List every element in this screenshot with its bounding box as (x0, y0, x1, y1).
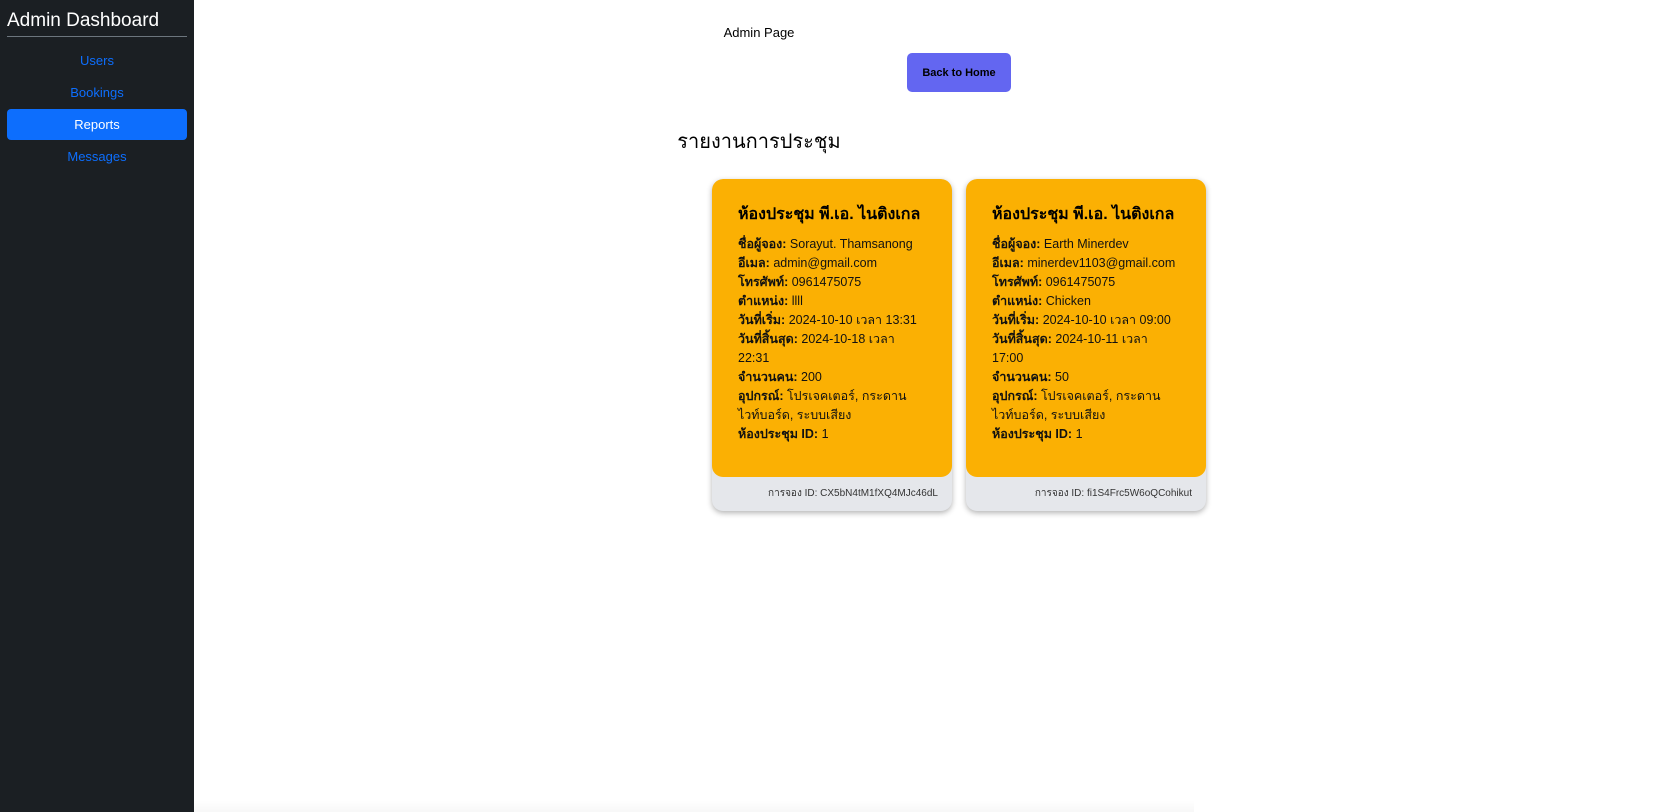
booker-label: ชื่อผู้จอง: (992, 237, 1041, 251)
phone-label: โทรศัพท์: (992, 275, 1043, 289)
equipment-field: อุปกรณ์: โปรเจคเตอร์, กระดานไวท์บอร์ด, ร… (992, 387, 1182, 425)
phone-field: โทรศัพท์: 0961475075 (992, 273, 1182, 292)
booking-card: ห้องประชุม พี.เอ. ไนติงเกล ชื่อผู้จอง: S… (712, 179, 952, 511)
start-field: วันที่เริ่ม: 2024-10-10 เวลา 09:00 (992, 311, 1182, 330)
equipment-field: อุปกรณ์: โปรเจคเตอร์, กระดานไวท์บอร์ด, ร… (738, 387, 928, 425)
people-label: จำนวนคน: (738, 370, 798, 384)
page-title: Admin Page (723, 25, 795, 40)
booking-id-footer: การจอง ID: CX5bN4tM1fXQ4MJc46dL (768, 488, 938, 499)
phone-field: โทรศัพท์: 0961475075 (738, 273, 928, 292)
email-field: อีเมล: admin@gmail.com (738, 254, 928, 273)
position-value: Chicken (1045, 294, 1091, 308)
phone-value: 0961475075 (791, 275, 862, 289)
sidebar-item-bookings[interactable]: Bookings (7, 77, 187, 108)
end-field: วันที่สิ้นสุด: 2024-10-18 เวลา 22:31 (738, 330, 928, 368)
booking-card: ห้องประชุม พี.เอ. ไนติงเกล ชื่อผู้จอง: E… (966, 179, 1206, 511)
room-id-field: ห้องประชุม ID: 1 (992, 425, 1182, 444)
position-value: llll (791, 294, 803, 308)
people-value: 200 (801, 370, 822, 384)
position-field: ตำแหน่ง: llll (738, 292, 928, 311)
position-field: ตำแหน่ง: Chicken (992, 292, 1182, 311)
bottom-shade (194, 800, 1194, 812)
booking-id-footer: การจอง ID: fi1S4Frc5W6oQCohikut (1034, 488, 1192, 499)
booker-value: Earth Minerdev (1043, 237, 1129, 251)
sidebar-nav: Users Bookings Reports Messages (7, 45, 187, 172)
card-body: ห้องประชุม พี.เอ. ไนติงเกล ชื่อผู้จอง: S… (712, 179, 952, 477)
main-content: Admin Page Back to Home รายงานการประชุม … (194, 0, 1677, 812)
room-id-value: 1 (1075, 427, 1083, 441)
equipment-label: อุปกรณ์: (738, 389, 784, 403)
booker-field: ชื่อผู้จอง: Earth Minerdev (992, 235, 1182, 254)
card-body: ห้องประชุม พี.เอ. ไนติงเกล ชื่อผู้จอง: E… (966, 179, 1206, 477)
room-id-label: ห้องประชุม ID: (992, 427, 1073, 441)
section-title: รายงานการประชุม (677, 131, 841, 153)
position-label: ตำแหน่ง: (738, 294, 789, 308)
booker-value: Sorayut. Thamsanong (789, 237, 913, 251)
room-id-label: ห้องประชุม ID: (738, 427, 819, 441)
equipment-label: อุปกรณ์: (992, 389, 1038, 403)
booker-field: ชื่อผู้จอง: Sorayut. Thamsanong (738, 235, 928, 254)
people-field: จำนวนคน: 200 (738, 368, 928, 387)
sidebar-item-messages[interactable]: Messages (7, 141, 187, 172)
brand-title: Admin Dashboard (7, 9, 187, 37)
sidebar-item-users[interactable]: Users (7, 45, 187, 76)
room-id-value: 1 (821, 427, 829, 441)
people-value: 50 (1055, 370, 1069, 384)
start-label: วันที่เริ่ม: (738, 313, 786, 327)
start-value: 2024-10-10 เวลา 13:31 (788, 313, 917, 327)
email-label: อีเมล: (992, 256, 1024, 270)
sidebar: Admin Dashboard Users Bookings Reports M… (0, 0, 194, 812)
people-label: จำนวนคน: (992, 370, 1052, 384)
room-title: ห้องประชุม พี.เอ. ไนติงเกล (992, 206, 1175, 223)
start-label: วันที่เริ่ม: (992, 313, 1040, 327)
email-value: minerdev1103@gmail.com (1027, 256, 1176, 270)
position-label: ตำแหน่ง: (992, 294, 1043, 308)
end-label: วันที่สิ้นสุด: (738, 332, 798, 346)
start-field: วันที่เริ่ม: 2024-10-10 เวลา 13:31 (738, 311, 928, 330)
phone-value: 0961475075 (1045, 275, 1116, 289)
booker-label: ชื่อผู้จอง: (738, 237, 787, 251)
room-id-field: ห้องประชุม ID: 1 (738, 425, 928, 444)
end-label: วันที่สิ้นสุด: (992, 332, 1052, 346)
start-value: 2024-10-10 เวลา 09:00 (1042, 313, 1171, 327)
back-to-home-button[interactable]: Back to Home (907, 53, 1011, 92)
email-field: อีเมล: minerdev1103@gmail.com (992, 254, 1182, 273)
people-field: จำนวนคน: 50 (992, 368, 1182, 387)
room-title: ห้องประชุม พี.เอ. ไนติงเกล (738, 206, 921, 223)
end-field: วันที่สิ้นสุด: 2024-10-11 เวลา 17:00 (992, 330, 1182, 368)
sidebar-item-reports[interactable]: Reports (7, 109, 187, 140)
email-label: อีเมล: (738, 256, 770, 270)
phone-label: โทรศัพท์: (738, 275, 789, 289)
email-value: admin@gmail.com (773, 256, 878, 270)
